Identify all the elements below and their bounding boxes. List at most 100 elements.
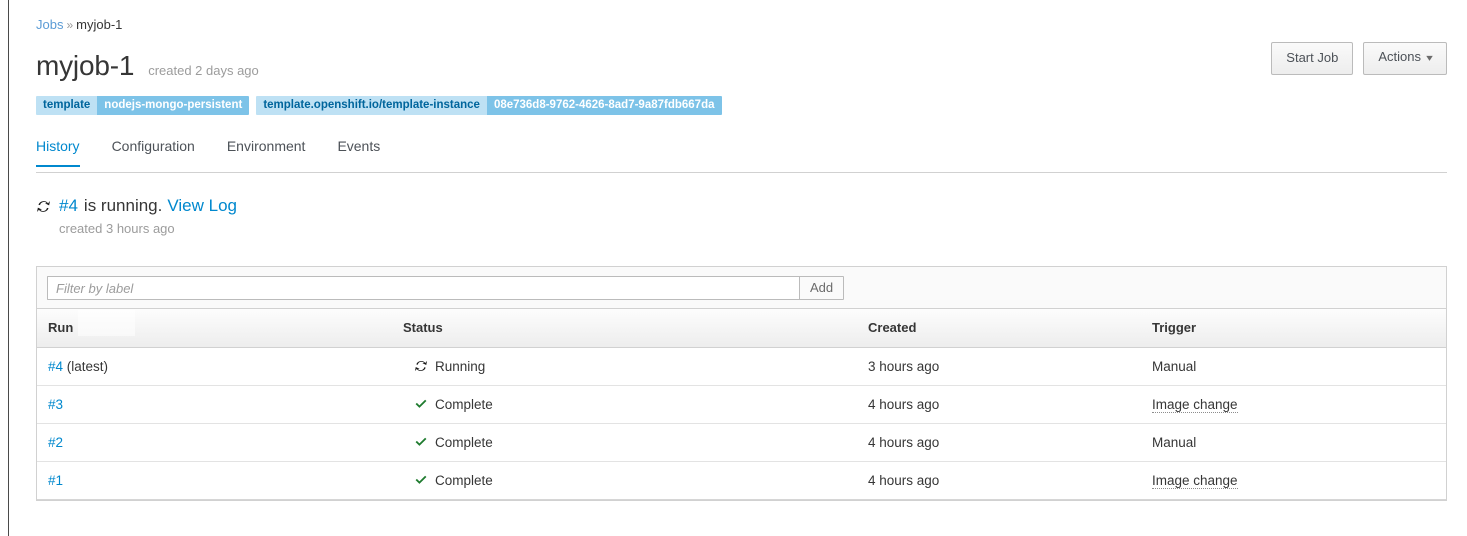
trigger-wrap: Manual (1124, 359, 1196, 374)
status-badge: Complete (362, 473, 825, 488)
table-row: #4 (latest) Running 3 hours ago Manual (37, 347, 1446, 386)
status-badge: Complete (362, 435, 825, 450)
column-header-status[interactable]: Status (351, 309, 825, 348)
runs-table-body: #4 (latest) Running 3 hours ago Manual #… (37, 347, 1446, 500)
cell-run: #4 (latest) (37, 347, 351, 386)
tab-environment[interactable]: Environment (211, 137, 322, 166)
column-header-status-label: Status (403, 320, 443, 336)
cell-status: Complete (351, 423, 825, 462)
cell-run: #3 (37, 385, 351, 424)
cell-trigger: Manual (1113, 347, 1446, 386)
cell-status: Complete (351, 461, 825, 500)
breadcrumb: Jobs» myjob-1 (36, 0, 1447, 34)
label-value: nodejs-mongo-persistent (97, 96, 250, 115)
header-highlight (78, 310, 135, 336)
page-title-meta: created 2 days ago (148, 63, 259, 78)
breadcrumb-link-jobs[interactable]: Jobs (36, 17, 63, 32)
filter-toolbar: Add (37, 267, 1446, 309)
cell-trigger: Image change (1113, 461, 1446, 500)
label-template[interactable]: template nodejs-mongo-persistent (36, 96, 250, 115)
cell-created: 3 hours ago (825, 347, 1113, 386)
column-header-created-label: Created (868, 320, 917, 336)
filter-by-label-input[interactable] (47, 276, 799, 300)
header-actions: Start Job Actions ▾ (1271, 42, 1447, 75)
created-label: 3 hours ago (868, 358, 940, 374)
tab-bar: History Configuration Environment Events (36, 137, 1447, 173)
cell-created: 4 hours ago (825, 423, 1113, 462)
current-run-status: #4 is running. View Log created 3 hours … (36, 195, 1447, 238)
label-template-instance[interactable]: template.openshift.io/template-instance … (256, 96, 722, 115)
label-key: template.openshift.io/template-instance (256, 96, 487, 115)
column-header-trigger-label: Trigger (1152, 320, 1197, 336)
created-label: 4 hours ago (868, 472, 940, 488)
page-header: myjob-1 created 2 days ago Start Job Act… (36, 42, 1447, 82)
cell-created: 4 hours ago (825, 461, 1113, 500)
cell-run: #2 (37, 423, 351, 462)
status-label: Complete (435, 396, 493, 412)
check-icon (414, 435, 428, 449)
current-run-link[interactable]: #4 (59, 195, 78, 217)
status-label: Running (435, 358, 486, 374)
cell-status: Running (351, 347, 825, 386)
current-run-created: created 3 hours ago (59, 221, 175, 236)
status-label: Complete (435, 434, 493, 450)
created-label: 4 hours ago (868, 396, 940, 412)
run-link[interactable]: #4 (48, 359, 63, 374)
add-label-filter-button[interactable]: Add (799, 276, 845, 300)
tab-configuration[interactable]: Configuration (96, 137, 211, 166)
cell-trigger: Manual (1113, 423, 1446, 462)
breadcrumb-separator: » (66, 18, 74, 32)
table-row: #2 Complete 4 hours ago Manual (37, 423, 1446, 462)
page-root: Jobs» myjob-1 myjob-1 created 2 days ago … (0, 0, 1467, 536)
column-header-trigger[interactable]: Trigger (1113, 309, 1446, 348)
column-header-run[interactable]: Run (37, 309, 351, 348)
check-icon (414, 397, 428, 411)
table-header-row: Run Status Created Trigger (37, 309, 1446, 348)
view-log-link[interactable]: View Log (167, 195, 237, 217)
cell-trigger: Image change (1113, 385, 1446, 424)
actions-dropdown-label: Actions (1378, 49, 1421, 64)
cell-status: Complete (351, 385, 825, 424)
run-link[interactable]: #3 (48, 397, 63, 412)
trigger-label[interactable]: Image change (1152, 472, 1238, 489)
column-header-run-label: Run (48, 320, 74, 336)
runs-table-head: Run Status Created Trigger (37, 309, 1446, 348)
current-run-text: is running. (83, 196, 163, 215)
page-left-border (8, 0, 9, 536)
trigger-wrap: Manual (1124, 435, 1196, 450)
tab-history[interactable]: History (36, 137, 96, 167)
runs-table: Run Status Created Trigger #4 (latest) R… (37, 309, 1446, 500)
trigger-label: Manual (1152, 434, 1197, 450)
tab-events[interactable]: Events (321, 137, 396, 166)
trigger-label[interactable]: Image change (1152, 396, 1238, 413)
status-label: Complete (435, 472, 493, 488)
breadcrumb-current: myjob-1 (76, 17, 123, 32)
status-badge: Running (362, 359, 825, 374)
check-icon (414, 473, 428, 487)
created-label: 4 hours ago (868, 434, 940, 450)
label-value: 08e736d8-9762-4626-8ad7-9a87fdb667da (486, 96, 722, 115)
page-content: Jobs» myjob-1 myjob-1 created 2 days ago … (36, 0, 1447, 501)
label-key: template (36, 96, 98, 115)
run-latest-note: (latest) (63, 358, 109, 374)
trigger-label: Manual (1152, 358, 1197, 374)
label-list: template nodejs-mongo-persistent templat… (36, 96, 1447, 115)
cell-created: 4 hours ago (825, 385, 1113, 424)
status-badge: Complete (362, 397, 825, 412)
run-link[interactable]: #2 (48, 435, 63, 450)
trigger-wrap: Image change (1124, 472, 1238, 489)
runs-panel: Add Run Status Created (36, 266, 1447, 501)
current-run-status-line: #4 is running. View Log (36, 195, 1447, 217)
sync-spinner-icon (36, 199, 51, 214)
actions-dropdown-button[interactable]: Actions ▾ (1363, 42, 1447, 75)
cell-run: #1 (37, 461, 351, 500)
table-row: #3 Complete 4 hours ago Image change (37, 385, 1446, 424)
page-title: myjob-1 (36, 50, 135, 81)
start-job-button[interactable]: Start Job (1271, 42, 1354, 75)
run-link[interactable]: #1 (48, 473, 63, 488)
chevron-down-icon: ▾ (1426, 53, 1433, 64)
sync-spinner-icon (414, 359, 428, 373)
trigger-wrap: Image change (1124, 396, 1238, 413)
column-header-created[interactable]: Created (825, 309, 1113, 348)
table-row: #1 Complete 4 hours ago Image change (37, 461, 1446, 500)
